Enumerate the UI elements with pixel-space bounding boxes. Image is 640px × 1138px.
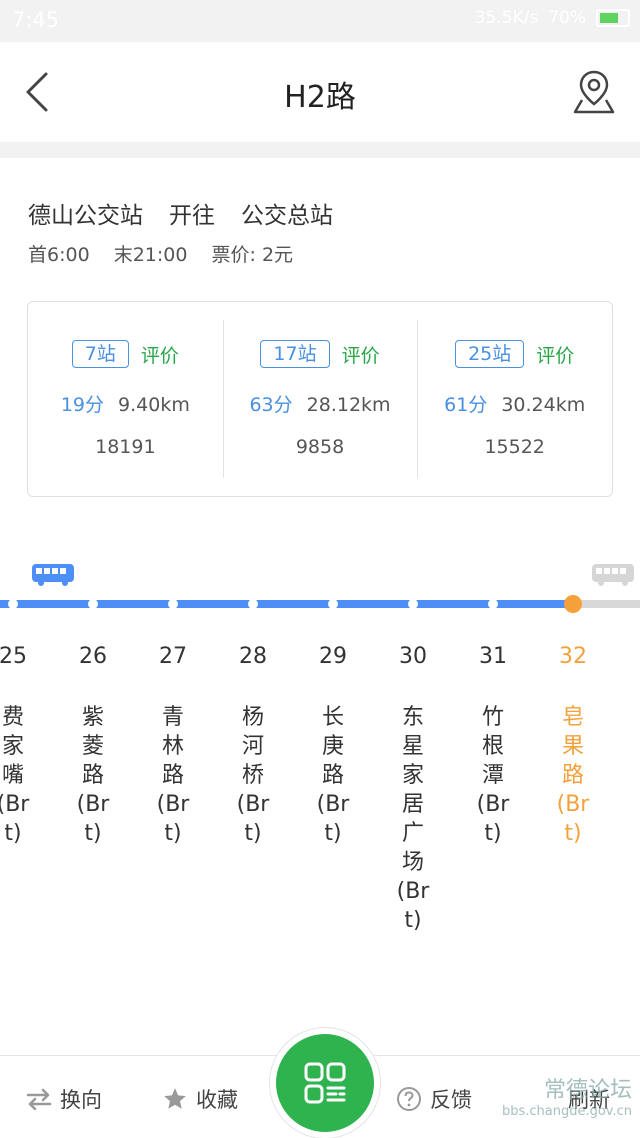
bus-icon: [32, 564, 74, 586]
bus-id: 15522: [484, 436, 545, 458]
bus-id: 18191: [95, 436, 156, 458]
station-number: 25: [0, 644, 27, 669]
station-number: 29: [319, 644, 347, 669]
watermark-text: 常德论坛: [543, 1078, 632, 1103]
bus-id: 9858: [295, 436, 345, 458]
station-name: 皂果路(Brt): [556, 705, 590, 846]
map-button[interactable]: [572, 68, 616, 116]
stops-badge: 17站: [260, 340, 330, 368]
route-direction-word: 开往: [169, 203, 215, 229]
rate-link[interactable]: 评价: [141, 341, 179, 368]
station-number: 27: [159, 644, 187, 669]
trip-summary-card: 7站 评价 19分 9.40km 18191 17站 评价 63分 28.12km …: [27, 301, 613, 497]
trip-summary-3[interactable]: 25站 评价 61分 30.24km 15522: [417, 302, 612, 496]
route-direction: 德山公交站 开往 公交总站: [28, 196, 359, 230]
watermark-url: bbs.changde.gov.cn: [501, 1104, 632, 1119]
route-meta: 首6:00 末21:00 票价: 2元: [28, 240, 311, 267]
station-dot: [408, 599, 418, 609]
station-name: 青林路(Brt): [156, 705, 190, 846]
qr-scan-button[interactable]: [270, 1028, 380, 1138]
trip-distance: 30.24km: [501, 394, 586, 416]
page-title: H2路: [284, 80, 356, 115]
header: H2路: [0, 42, 640, 142]
rate-link[interactable]: 评价: [342, 341, 380, 368]
trip-distance: 9.40km: [118, 394, 190, 416]
route-from: 德山公交站: [28, 203, 143, 229]
station-number: 30: [399, 644, 427, 669]
favorite-label: 收藏: [196, 1088, 238, 1112]
reverse-label: 换向: [60, 1088, 102, 1112]
station-dot: [328, 599, 338, 609]
favorite-button[interactable]: 收藏: [162, 1084, 238, 1114]
status-time: 7:45: [12, 8, 60, 32]
station-number: 31: [479, 644, 507, 669]
map-pin-icon: [573, 70, 615, 114]
station-name: 东星家居广场(Brt): [396, 705, 430, 933]
trip-time: 61分: [444, 394, 488, 416]
route-remaining-line: [573, 600, 640, 608]
stops-badge: 25站: [455, 340, 525, 368]
reverse-button[interactable]: 换向: [26, 1084, 102, 1114]
station-name: 费家嘴(Brt): [0, 705, 30, 846]
battery-level: 70%: [548, 8, 586, 28]
station-dot: [88, 599, 98, 609]
qr-code-icon: [304, 1062, 346, 1104]
net-speed: 35.5K/s: [474, 8, 539, 28]
status-bar: 7:45 35.5K/s 70%: [0, 0, 640, 42]
trip-summary-2[interactable]: 17站 评价 63分 28.12km 9858: [222, 302, 418, 496]
station-number: 26: [79, 644, 107, 669]
station-dot: [8, 599, 18, 609]
star-icon: [164, 1088, 186, 1109]
watermark: 常德论坛 bbs.changde.gov.cn: [502, 1072, 632, 1119]
station-name: 竹根潭(Brt): [476, 705, 510, 846]
station-dot: [168, 599, 178, 609]
stops-badge: 7站: [71, 340, 129, 368]
battery-icon: [596, 9, 630, 27]
current-station-dot: [564, 595, 582, 613]
station-name: 杨河桥(Brt): [236, 705, 270, 846]
station-name: 紫菱路(Brt): [76, 705, 110, 846]
feedback-button[interactable]: 反馈: [396, 1084, 472, 1114]
feedback-label: 反馈: [430, 1088, 472, 1112]
station-dot: [488, 599, 498, 609]
station-number: 28: [239, 644, 267, 669]
station-dot: [248, 599, 258, 609]
swap-arrows-icon: [26, 1088, 52, 1110]
trip-summary-1[interactable]: 7站 评价 19分 9.40km 18191: [28, 302, 223, 496]
rate-link[interactable]: 评价: [536, 341, 574, 368]
station-number: 32: [559, 644, 587, 669]
first-bus-time: 首6:00: [28, 244, 90, 266]
header-separator: [0, 142, 640, 158]
trip-time: 19分: [60, 394, 105, 416]
help-circle-icon: [397, 1087, 421, 1111]
route-to: 公交总站: [241, 203, 333, 229]
bus-icon-inactive: [592, 564, 634, 586]
fare: 票价: 2元: [211, 244, 294, 266]
station-name: 长庚路(Brt): [316, 705, 350, 846]
trip-time: 63分: [249, 394, 293, 416]
status-right: 35.5K/s 70%: [475, 8, 630, 28]
last-bus-time: 末21:00: [113, 244, 188, 266]
trip-distance: 28.12km: [306, 394, 391, 416]
